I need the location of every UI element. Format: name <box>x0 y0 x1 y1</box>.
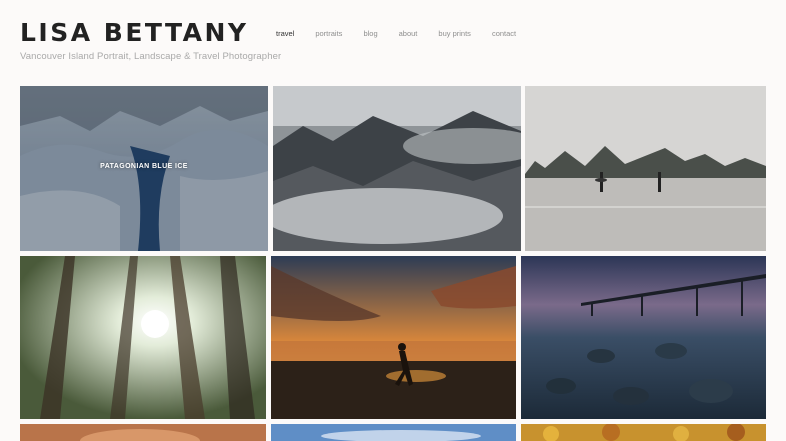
tile-overlay-title: PATAGONIAN BLUE ICE <box>100 163 188 170</box>
forest-sunburst-photo <box>20 256 266 419</box>
nav-travel[interactable]: travel <box>276 29 294 38</box>
foggy-forest-photo <box>273 86 521 251</box>
gallery-tile-pier-dusk[interactable] <box>521 256 766 419</box>
nav-buy-prints[interactable]: buy prints <box>438 29 471 38</box>
site-header: LISA BETTANY Vancouver Island Portrait, … <box>0 0 786 86</box>
gallery-tile-patagonian-blue-ice[interactable]: PATAGONIAN BLUE ICE <box>20 86 268 251</box>
nav-about[interactable]: about <box>399 29 418 38</box>
nav-portraits[interactable]: portraits <box>315 29 342 38</box>
gallery-tile-portrait-warm[interactable] <box>20 424 266 441</box>
surfers-photo <box>525 86 766 251</box>
nav-contact[interactable]: contact <box>492 29 516 38</box>
main-nav: travel portraits blog about buy prints c… <box>276 29 537 38</box>
pier-photo <box>521 256 766 419</box>
gallery-tile-forest-sunburst[interactable] <box>20 256 266 419</box>
gallery-tile-sunset-runner[interactable] <box>271 256 516 419</box>
portrait-warm-photo <box>20 424 266 441</box>
autumn-foliage-photo <box>521 424 766 441</box>
gallery-tile-blue-sky[interactable] <box>271 424 516 441</box>
sunset-runner-photo <box>271 256 516 419</box>
site-title[interactable]: LISA BETTANY <box>20 18 249 48</box>
blue-sky-photo <box>271 424 516 441</box>
gallery-tile-beach-surfers[interactable] <box>525 86 766 251</box>
gallery-tile-foggy-forest[interactable] <box>273 86 521 251</box>
nav-blog[interactable]: blog <box>363 29 377 38</box>
gallery-tile-autumn-foliage[interactable] <box>521 424 766 441</box>
site-tagline: Vancouver Island Portrait, Landscape & T… <box>20 51 282 62</box>
